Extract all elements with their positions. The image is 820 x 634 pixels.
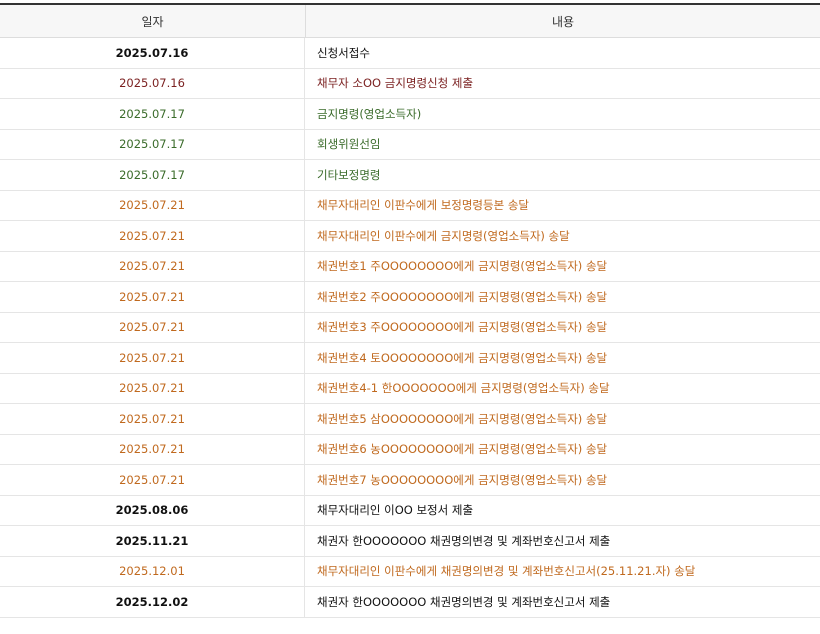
table-row: 2025.07.21 채권번호3 주OOOOOOOO에게 금지명령(영업소득자) … bbox=[0, 312, 820, 343]
row-date: 2025.12.02 bbox=[0, 587, 305, 617]
row-content: 채권번호7 농OOOOOOOO에게 금지명령(영업소득자) 송달 bbox=[317, 472, 608, 487]
row-date: 2025.07.21 bbox=[0, 282, 305, 312]
table-row: 2025.07.21 채무자대리인 이판수에게 금지명령(영업소득자) 송달 bbox=[0, 221, 820, 252]
table-row: 2025.07.21 채권번호4 토OOOOOOOO에게 금지명령(영업소득자) … bbox=[0, 343, 820, 374]
table-row: 2025.07.21 채권번호7 농OOOOOOOO에게 금지명령(영업소득자) … bbox=[0, 465, 820, 496]
table-row: 2025.07.17 기타보정명령 bbox=[0, 160, 820, 191]
table-row: 2025.12.01 채무자대리인 이판수에게 채권명의변경 및 계좌번호신고서(… bbox=[0, 556, 820, 587]
case-progress-table: 일자 내용 2025.07.16 신청서접수 2025.07.16 채무자 소OO 금… bbox=[0, 3, 820, 618]
row-date: 2025.07.21 bbox=[0, 312, 305, 342]
table-row: 2025.07.21 채권번호4-1 한OOOOOOO에게 금지명령(영업소득자)… bbox=[0, 373, 820, 404]
table-row: 2025.07.21 채권번호1 주OOOOOOOO에게 금지명령(영업소득자) … bbox=[0, 251, 820, 282]
row-date: 2025.07.16 bbox=[0, 68, 305, 98]
table-row: 2025.07.21 채권번호5 삼OOOOOOOO에게 금지명령(영업소득자) … bbox=[0, 404, 820, 435]
row-content: 채권번호1 주OOOOOOOO에게 금지명령(영업소득자) 송달 bbox=[317, 259, 608, 274]
table-row: 2025.07.21 채권번호6 농OOOOOOOO에게 금지명령(영업소득자) … bbox=[0, 434, 820, 465]
row-date: 2025.07.21 bbox=[0, 251, 305, 281]
table-row: 2025.11.21 채권자 한OOOOOOO 채권명의변경 및 계좌번호신고서 … bbox=[0, 526, 820, 557]
row-date: 2025.07.21 bbox=[0, 373, 305, 403]
row-content: 신청서접수 bbox=[317, 45, 370, 60]
table-row: 2025.08.06 채무자대리인 이OO 보정서 제출 bbox=[0, 495, 820, 526]
table-row: 2025.07.17 회생위원선임 bbox=[0, 129, 820, 160]
content-column-header: 내용 bbox=[551, 14, 575, 29]
row-content: 채권자 한OOOOOOO 채권명의변경 및 계좌번호신고서 제출 bbox=[317, 533, 611, 548]
table-row: 2025.07.17 금지명령(영업소득자) bbox=[0, 99, 820, 130]
row-date: 2025.07.21 bbox=[0, 434, 305, 464]
row-date: 2025.12.01 bbox=[0, 556, 305, 586]
row-content: 채무자대리인 이판수에게 채권명의변경 및 계좌번호신고서(25.11.21.자… bbox=[317, 564, 696, 579]
row-content: 채권번호3 주OOOOOOOO에게 금지명령(영업소득자) 송달 bbox=[317, 320, 608, 335]
row-date: 2025.07.17 bbox=[0, 160, 305, 190]
row-content: 회생위원선임 bbox=[317, 137, 381, 152]
row-date: 2025.07.21 bbox=[0, 404, 305, 434]
row-date: 2025.07.21 bbox=[0, 465, 305, 495]
row-date: 2025.07.17 bbox=[0, 99, 305, 129]
row-content: 채권번호2 주OOOOOOOO에게 금지명령(영업소득자) 송달 bbox=[317, 289, 608, 304]
row-date: 2025.08.06 bbox=[0, 495, 305, 525]
row-content: 채권자 한OOOOOOO 채권명의변경 및 계좌번호신고서 제출 bbox=[317, 594, 611, 609]
row-content: 금지명령(영업소득자) bbox=[317, 106, 422, 121]
row-content: 기타보정명령 bbox=[317, 167, 381, 182]
table-header: 일자 내용 bbox=[0, 5, 820, 38]
table-row: 2025.07.16 신청서접수 bbox=[0, 38, 820, 69]
row-date: 2025.07.21 bbox=[0, 343, 305, 373]
row-date: 2025.07.21 bbox=[0, 221, 305, 251]
table-row: 2025.07.21 채권번호2 주OOOOOOOO에게 금지명령(영업소득자) … bbox=[0, 282, 820, 313]
row-content: 채권번호6 농OOOOOOOO에게 금지명령(영업소득자) 송달 bbox=[317, 442, 608, 457]
row-content: 채권번호5 삼OOOOOOOO에게 금지명령(영업소득자) 송달 bbox=[317, 411, 608, 426]
row-date: 2025.11.21 bbox=[0, 526, 305, 556]
row-date: 2025.07.17 bbox=[0, 129, 305, 159]
row-content: 채무자 소OO 금지명령신청 제출 bbox=[317, 76, 474, 91]
row-content: 채권번호4-1 한OOOOOOO에게 금지명령(영업소득자) 송달 bbox=[317, 381, 610, 396]
row-content: 채무자대리인 이판수에게 금지명령(영업소득자) 송달 bbox=[317, 228, 570, 243]
row-content: 채무자대리인 이판수에게 보정명령등본 송달 bbox=[317, 198, 529, 213]
date-column-header: 일자 bbox=[0, 5, 306, 37]
row-date: 2025.07.21 bbox=[0, 190, 305, 220]
table-body: 2025.07.16 신청서접수 2025.07.16 채무자 소OO 금지명령신청 … bbox=[0, 38, 820, 618]
row-date: 2025.07.16 bbox=[0, 38, 305, 68]
table-row: 2025.12.02 채권자 한OOOOOOO 채권명의변경 및 계좌번호신고서 … bbox=[0, 587, 820, 618]
row-content: 채무자대리인 이OO 보정서 제출 bbox=[317, 503, 474, 518]
table-row: 2025.07.21 채무자대리인 이판수에게 보정명령등본 송달 bbox=[0, 190, 820, 221]
row-content: 채권번호4 토OOOOOOOO에게 금지명령(영업소득자) 송달 bbox=[317, 350, 608, 365]
table-row: 2025.07.16 채무자 소OO 금지명령신청 제출 bbox=[0, 68, 820, 99]
